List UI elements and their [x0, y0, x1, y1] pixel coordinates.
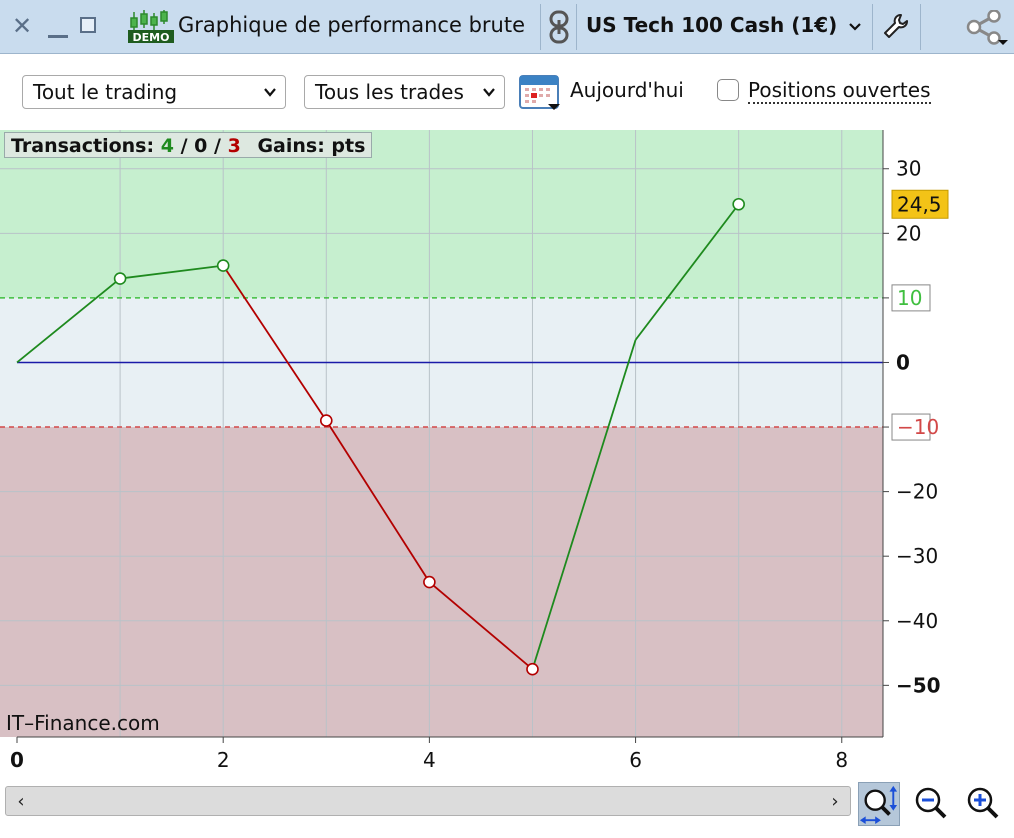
- calendar-icon[interactable]: [518, 72, 562, 112]
- y-tick-label: −30: [896, 544, 938, 568]
- winning-count: 4: [160, 135, 174, 157]
- transactions-label: Transactions:: [11, 135, 155, 157]
- separator: /: [214, 135, 221, 157]
- y-tick-label: 20: [896, 221, 921, 245]
- open-positions-checkbox[interactable]: [717, 79, 739, 101]
- zoom-out-icon[interactable]: [910, 782, 952, 826]
- y-tick-label: 0: [896, 350, 910, 374]
- y-tick-label: −10: [897, 415, 939, 439]
- x-tick-label: 0: [10, 748, 24, 772]
- transactions-summary: Transactions: 4 / 0 / 3 Gains: pts: [4, 132, 373, 158]
- separator: /: [180, 135, 188, 157]
- titlebar-divider: [872, 4, 873, 50]
- maximize-icon[interactable]: [80, 17, 96, 33]
- x-tick-label: 2: [217, 748, 230, 772]
- zoom-in-icon[interactable]: [962, 782, 1004, 826]
- data-point[interactable]: [216, 259, 230, 272]
- trading-scope-value: Tout le trading: [33, 80, 178, 104]
- chevron-down-icon: [264, 88, 276, 97]
- window-title: Graphique de performance brute: [178, 13, 526, 37]
- demo-chart-icon: DEMO: [128, 10, 174, 44]
- y-tick-label: 10: [897, 286, 922, 310]
- performance-chart[interactable]: 3020100−10−20−30−40−5024,50 2 4 6 8: [0, 128, 1014, 780]
- zoom-fit-icon[interactable]: [858, 782, 900, 826]
- today-button[interactable]: Aujourd'hui: [570, 78, 684, 102]
- trading-scope-select[interactable]: Tout le trading: [22, 75, 286, 109]
- titlebar-divider: [576, 4, 577, 50]
- window-titlebar: ✕ DEMO Graphique de performance brute US…: [0, 0, 1014, 54]
- chevron-down-icon: [483, 88, 495, 97]
- losing-count: 3: [227, 135, 241, 157]
- gains-unit-label: Gains: pts: [257, 135, 366, 157]
- data-point[interactable]: [732, 197, 745, 211]
- demo-badge: DEMO: [133, 31, 170, 44]
- chevron-left-icon[interactable]: ‹: [10, 791, 32, 813]
- x-tick-label: 4: [423, 748, 436, 772]
- instrument-name: US Tech 100 Cash (1€): [586, 13, 838, 37]
- close-icon[interactable]: ✕: [12, 14, 32, 38]
- y-tick-label: 30: [896, 157, 921, 181]
- trades-filter-select[interactable]: Tous les trades: [304, 75, 505, 109]
- data-point[interactable]: [319, 414, 333, 427]
- loss-zone: [0, 427, 883, 737]
- y-tick-label: −20: [896, 480, 938, 504]
- data-point[interactable]: [526, 662, 539, 676]
- x-tick-label: 6: [629, 748, 642, 772]
- wrench-icon[interactable]: [882, 12, 910, 40]
- chevron-right-icon[interactable]: ›: [824, 791, 846, 813]
- data-point[interactable]: [113, 272, 127, 285]
- neutral-count: 0: [194, 135, 208, 157]
- link-icon[interactable]: [548, 10, 570, 44]
- last-value-label: 24,5: [897, 192, 942, 216]
- titlebar-divider: [920, 4, 921, 50]
- data-point[interactable]: [423, 575, 436, 589]
- titlebar-divider: [540, 4, 541, 50]
- horizontal-scrollbar[interactable]: ‹ ›: [5, 786, 851, 816]
- chevron-down-icon: [849, 22, 862, 31]
- share-icon[interactable]: [964, 10, 1008, 46]
- y-tick-label: −40: [896, 609, 938, 633]
- instrument-selector[interactable]: US Tech 100 Cash (1€): [586, 13, 862, 37]
- watermark: IT–Finance.com: [6, 711, 160, 735]
- trades-filter-value: Tous les trades: [315, 80, 464, 104]
- y-tick-label: −50: [896, 673, 941, 697]
- open-positions-label[interactable]: Positions ouvertes: [748, 78, 931, 104]
- x-tick-label: 8: [835, 748, 848, 772]
- minimize-icon[interactable]: [48, 35, 68, 38]
